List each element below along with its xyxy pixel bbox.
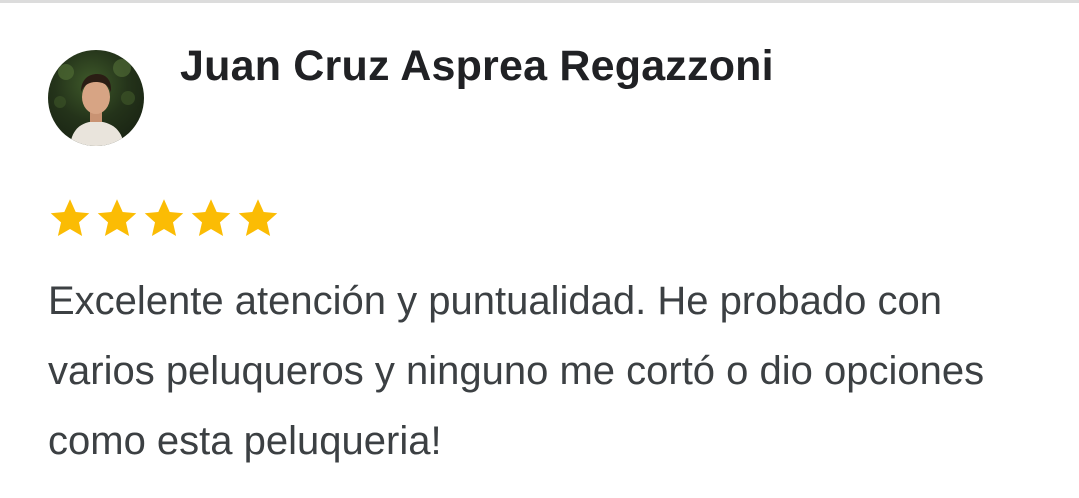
reviewer-name[interactable]: Juan Cruz Asprea Regazzoni	[180, 42, 774, 91]
profile-photo-icon	[54, 59, 135, 146]
star-icon	[189, 196, 233, 240]
review-text: Excelente atención y puntualidad. He pro…	[48, 279, 985, 463]
star-rating	[48, 196, 280, 240]
star-icon	[142, 196, 186, 240]
review-card: Juan Cruz Asprea Regazzoni Excelente ate…	[0, 0, 1079, 498]
star-icon	[95, 196, 139, 240]
star-icon	[236, 196, 280, 240]
divider	[0, 0, 1079, 3]
avatar[interactable]	[48, 50, 144, 146]
star-icon	[48, 196, 92, 240]
